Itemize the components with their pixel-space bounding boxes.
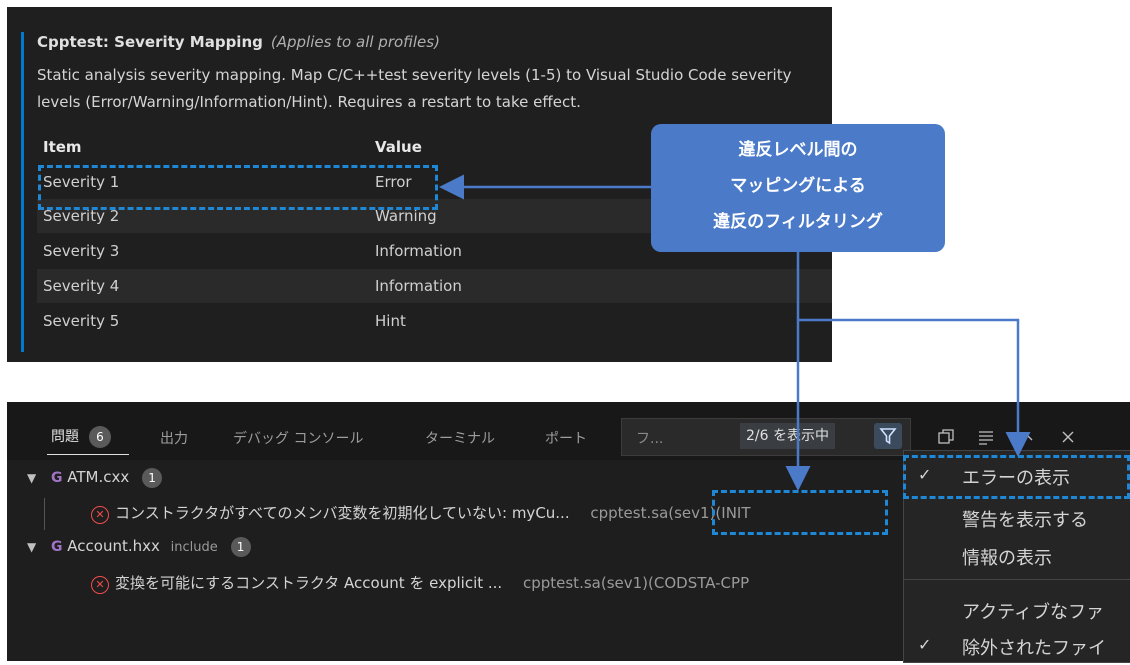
annotation-arrows <box>439 174 1031 491</box>
